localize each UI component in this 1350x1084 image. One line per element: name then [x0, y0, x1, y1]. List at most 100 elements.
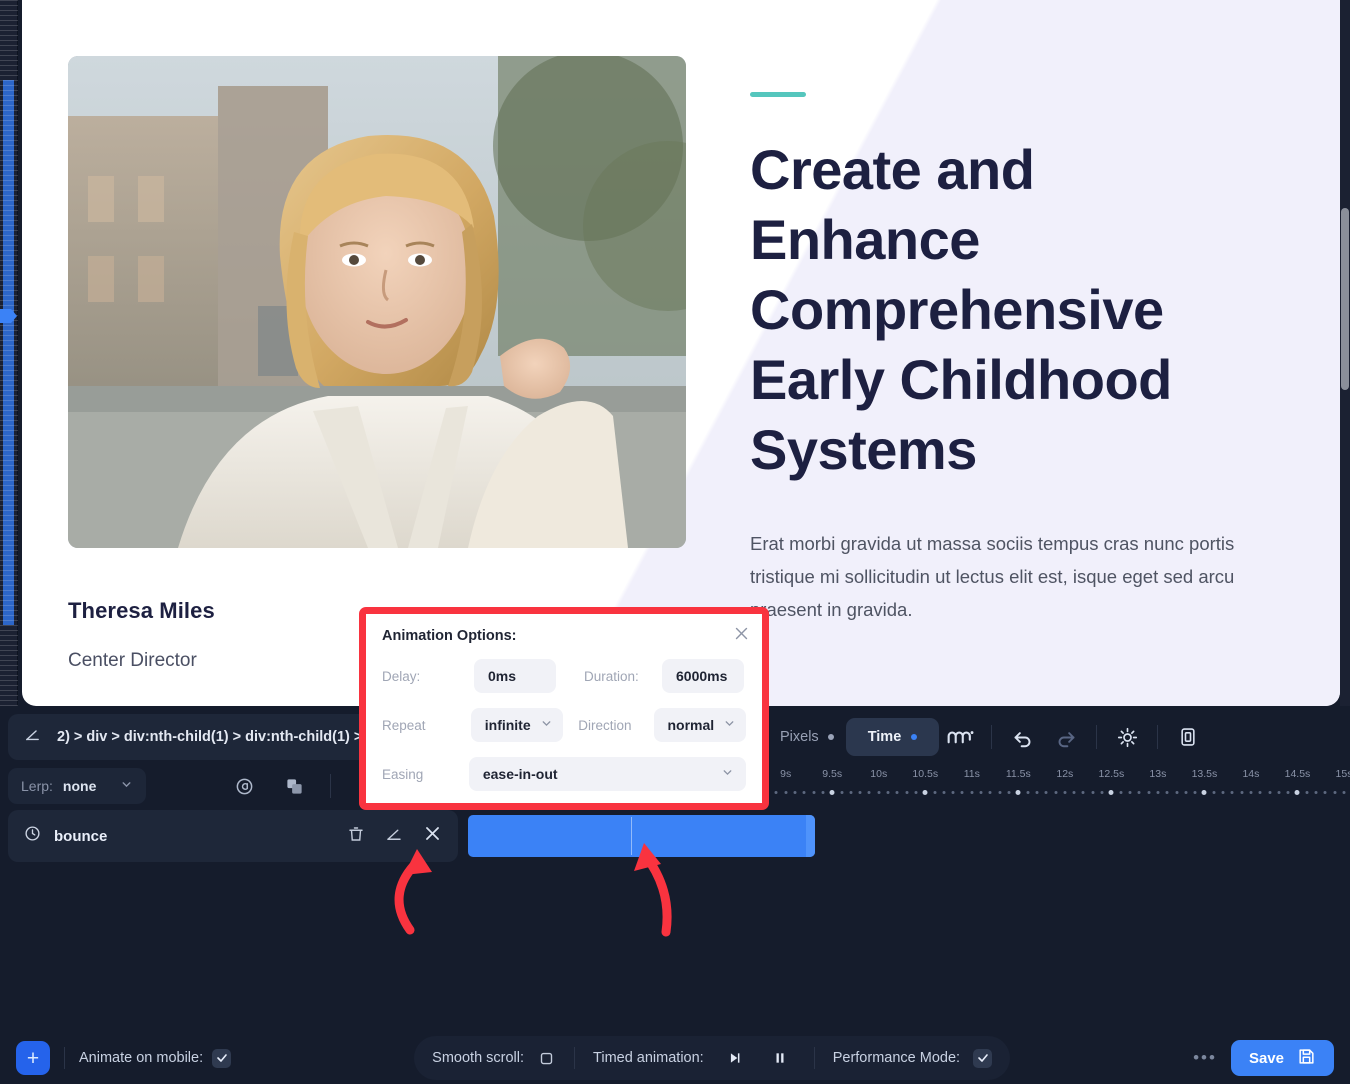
website-preview-canvas[interactable]: Theresa Miles Center Director Create and…	[22, 0, 1340, 706]
accent-bar	[750, 92, 806, 97]
chevron-down-icon	[120, 778, 133, 794]
pause-button[interactable]	[765, 1043, 796, 1073]
bottom-divider-1	[64, 1047, 65, 1069]
pixels-label: Pixels	[780, 729, 819, 745]
ruler-tick	[829, 790, 835, 795]
animation-clip-split	[631, 817, 632, 855]
more-options-button[interactable]: •••	[1193, 1048, 1217, 1068]
track-header[interactable]: bounce	[8, 810, 458, 862]
ruler-tick	[970, 791, 974, 794]
easing-value: ease-in-out	[482, 766, 558, 782]
ruler-tick	[1294, 790, 1300, 795]
ruler-tick	[1268, 791, 1272, 794]
ruler-tick	[1212, 791, 1216, 794]
lerp-dropdown[interactable]: Lerp: none	[8, 768, 146, 804]
repeat-select[interactable]: infinite	[470, 708, 564, 742]
animation-options-popup[interactable]: Animation Options: Delay: 0ms Duration: …	[359, 607, 769, 810]
animation-editor-app: Theresa Miles Center Director Create and…	[0, 0, 1350, 1084]
redo-icon[interactable]	[1044, 717, 1088, 757]
ruler-tick	[812, 791, 816, 794]
ruler-tick	[1240, 791, 1244, 794]
popup-close-icon[interactable]	[733, 625, 750, 647]
floppy-disk-icon	[1297, 1047, 1316, 1070]
ruler-tick	[895, 791, 899, 794]
ruler-tick	[1165, 791, 1169, 794]
device-icon[interactable]	[1166, 717, 1210, 757]
ruler-tick-label: 9.5s	[822, 768, 843, 780]
toolbar-divider-1	[991, 725, 993, 749]
save-button[interactable]: Save	[1230, 1040, 1334, 1076]
ruler-tick-label: 11.5s	[1005, 768, 1031, 780]
track-trash-icon[interactable]	[347, 825, 365, 848]
ruler-tick	[1249, 791, 1253, 794]
wave-icon[interactable]	[939, 717, 983, 757]
ruler-tick	[1277, 791, 1281, 794]
repeat-value: infinite	[484, 717, 531, 733]
page-scrollbar[interactable]	[1340, 0, 1350, 708]
performance-mode-checkbox[interactable]	[973, 1048, 993, 1068]
ruler-tick	[1026, 791, 1030, 794]
ruler-tick	[849, 791, 853, 794]
person-photo[interactable]	[68, 56, 686, 548]
step-forward-button[interactable]	[720, 1043, 751, 1073]
pixels-indicator-dot	[827, 734, 834, 740]
ruler-tick-label: 10.5s	[912, 768, 939, 780]
copy-icon[interactable]	[272, 766, 316, 806]
ruler-tick	[1081, 791, 1085, 794]
track-close-icon[interactable]	[423, 824, 442, 848]
delay-label: Delay:	[382, 668, 421, 684]
smooth-scroll-checkbox[interactable]	[537, 1049, 556, 1068]
track-name: bounce	[54, 827, 108, 845]
track-angle-icon[interactable]	[385, 825, 403, 848]
ruler-tick	[886, 791, 890, 794]
add-animation-button[interactable]: +	[16, 1041, 50, 1075]
ruler-tick	[905, 791, 909, 794]
playback-settings-group: Smooth scroll: Timed animation: Performa…	[414, 1036, 1011, 1080]
delay-duration-row: Delay: 0ms Duration: 6000ms	[382, 659, 746, 693]
bottom-divider-2	[574, 1047, 576, 1069]
animation-clip[interactable]	[468, 815, 815, 857]
sun-icon[interactable]	[1105, 717, 1149, 757]
ruler-tick	[988, 791, 992, 794]
ruler-tick	[821, 791, 825, 794]
ruler-tick	[793, 791, 797, 794]
direction-select[interactable]: normal	[653, 708, 746, 742]
vertical-scroll-ruler[interactable]	[0, 0, 18, 708]
animation-clip-handle[interactable]	[806, 815, 815, 857]
ruler-tick	[858, 791, 862, 794]
animate-on-mobile-checkbox[interactable]	[212, 1048, 232, 1068]
page-scrollbar-thumb[interactable]	[1341, 208, 1349, 390]
lerp-divider	[330, 774, 331, 798]
ruler-tick	[1333, 791, 1337, 794]
easing-select[interactable]: ease-in-out	[468, 757, 746, 791]
ruler-tick-label: 10s	[870, 768, 888, 780]
delay-input[interactable]: 0ms	[474, 659, 556, 693]
timed-animation-label: Timed animation:	[593, 1050, 704, 1066]
duration-input[interactable]: 6000ms	[662, 659, 744, 693]
save-label: Save	[1248, 1049, 1284, 1067]
ruler-tick-label: 11s	[963, 768, 980, 780]
animate-on-mobile-label: Animate on mobile:	[79, 1050, 204, 1066]
pixels-toggle[interactable]: Pixels	[768, 729, 846, 745]
ruler-tick	[1007, 791, 1011, 794]
ruler-tick	[979, 791, 983, 794]
toolbar-divider-2	[1096, 725, 1098, 749]
ruler-tick	[1044, 791, 1048, 794]
angle-icon	[24, 726, 41, 748]
performance-mode-label: Performance Mode:	[832, 1050, 961, 1066]
ruler-tick	[1286, 791, 1290, 794]
undo-icon[interactable]	[1000, 717, 1044, 757]
time-toggle[interactable]: Time	[845, 718, 940, 756]
ruler-tick-label: 12.5s	[1098, 768, 1125, 780]
ruler-tick	[802, 791, 806, 794]
photo-column: Theresa Miles Center Director	[68, 56, 686, 672]
chevron-down-icon	[723, 717, 736, 733]
chevron-down-icon	[721, 766, 734, 782]
ruler-tick	[877, 791, 881, 794]
person-photo-graphic	[68, 56, 686, 548]
popup-title: Animation Options:	[382, 628, 517, 644]
ruler-tick	[1221, 791, 1225, 794]
paperclip-icon[interactable]	[222, 766, 266, 806]
ruler-tick	[1156, 791, 1160, 794]
ruler-tick	[1108, 790, 1114, 795]
